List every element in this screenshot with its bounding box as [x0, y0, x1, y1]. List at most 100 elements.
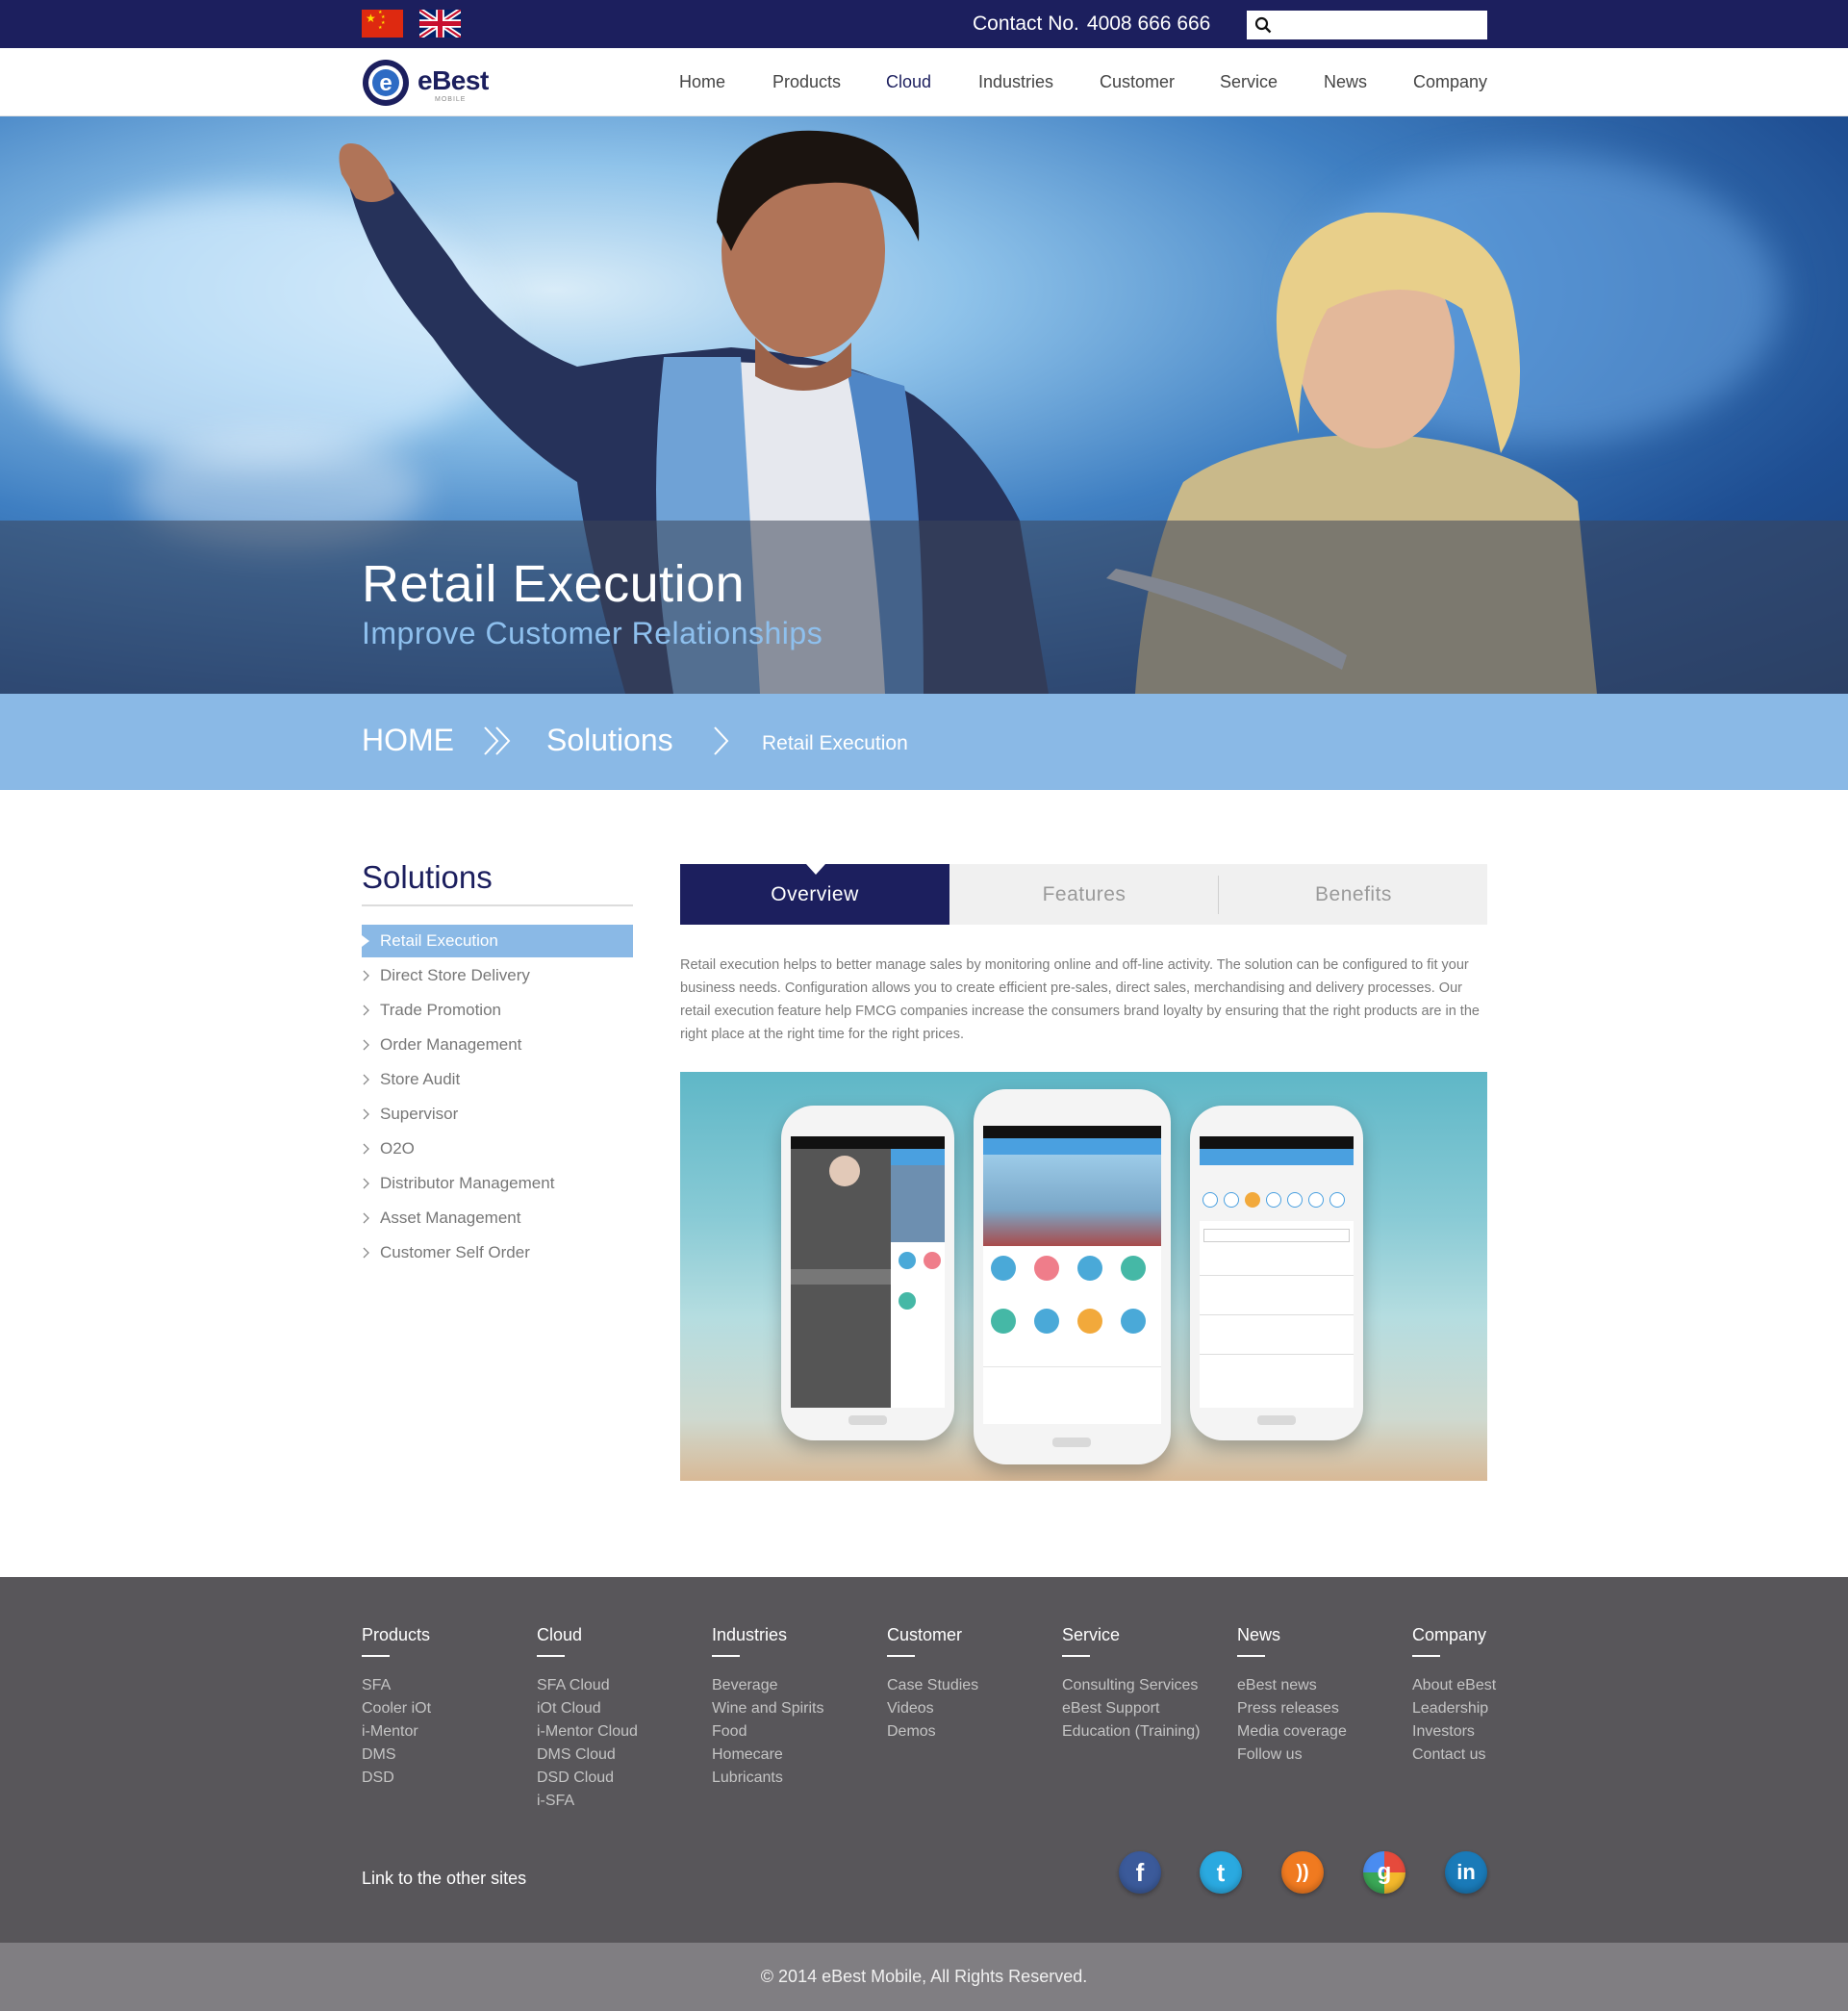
- footer-link[interactable]: i-Mentor: [362, 1720, 431, 1744]
- twitter-icon[interactable]: t: [1200, 1851, 1242, 1894]
- footer-heading[interactable]: Cloud: [537, 1625, 638, 1648]
- phone-center: [974, 1089, 1171, 1464]
- footer-col-service: Service Consulting Services eBest Suppor…: [1062, 1625, 1200, 1744]
- content-tabs: Overview Features Benefits: [680, 864, 1487, 925]
- footer-link[interactable]: SFA Cloud: [537, 1674, 638, 1697]
- footer: Products SFA Cooler iOt i-Mentor DMS DSD…: [0, 1577, 1848, 1943]
- breadcrumb-solutions[interactable]: Solutions: [546, 723, 673, 758]
- china-flag-icon[interactable]: ★ ★ ★ ★ ★: [362, 10, 403, 38]
- footer-link[interactable]: Press releases: [1237, 1697, 1347, 1720]
- search-icon[interactable]: [1254, 16, 1272, 34]
- sidebar-title: Solutions: [362, 859, 493, 895]
- footer-link[interactable]: DSD: [362, 1767, 431, 1790]
- hero-subtitle: Improve Customer Relationships: [362, 616, 823, 650]
- footer-heading[interactable]: Customer: [887, 1625, 978, 1648]
- footer-link[interactable]: Media coverage: [1237, 1720, 1347, 1744]
- footer-col-company: Company About eBest Leadership Investors…: [1412, 1625, 1496, 1767]
- active-marker-icon: [362, 935, 369, 947]
- nav-products[interactable]: Products: [772, 72, 841, 92]
- sidebar-item-retail-execution[interactable]: Retail Execution: [362, 925, 633, 957]
- footer-link[interactable]: SFA: [362, 1674, 431, 1697]
- contact-label: Contact No.: [973, 13, 1079, 35]
- footer-link[interactable]: Food: [712, 1720, 824, 1744]
- sidebar-item-label: Supervisor: [380, 1105, 459, 1123]
- footer-link[interactable]: Follow us: [1237, 1744, 1347, 1767]
- footer-link[interactable]: DMS Cloud: [537, 1744, 638, 1767]
- rss-icon[interactable]: )): [1281, 1851, 1324, 1894]
- footer-col-cloud: Cloud SFA Cloud iOt Cloud i-Mentor Cloud…: [537, 1625, 638, 1813]
- footer-col-customer: Customer Case Studies Videos Demos: [887, 1625, 978, 1744]
- chevron-right-icon: [363, 1247, 369, 1259]
- tab-benefits[interactable]: Benefits: [1219, 864, 1488, 925]
- footer-link[interactable]: iOt Cloud: [537, 1697, 638, 1720]
- active-tab-notch-icon: [806, 864, 825, 875]
- chevron-right-icon: [363, 970, 369, 981]
- footer-link[interactable]: Videos: [887, 1697, 978, 1720]
- overview-text: Retail execution helps to better manage …: [680, 957, 1480, 1042]
- app-screenshots-image: [680, 1072, 1487, 1481]
- nav-news[interactable]: News: [1324, 72, 1367, 92]
- tab-features[interactable]: Features: [949, 864, 1219, 925]
- nav-home[interactable]: Home: [679, 72, 725, 92]
- footer-link[interactable]: eBest news: [1237, 1674, 1347, 1697]
- sidebar-item-direct-store-delivery[interactable]: Direct Store Delivery: [362, 959, 633, 992]
- sidebar-item-order-management[interactable]: Order Management: [362, 1029, 633, 1061]
- search-box: [1247, 11, 1487, 39]
- footer-link[interactable]: eBest Support: [1062, 1697, 1200, 1720]
- footer-link[interactable]: Consulting Services: [1062, 1674, 1200, 1697]
- contact-info: Contact No. 4008 666 666: [973, 13, 1210, 36]
- footer-heading[interactable]: Company: [1412, 1625, 1496, 1648]
- footer-link[interactable]: Cooler iOt: [362, 1697, 431, 1720]
- footer-link[interactable]: About eBest: [1412, 1674, 1496, 1697]
- sidebar-divider: [362, 904, 633, 906]
- sidebar-item-store-audit[interactable]: Store Audit: [362, 1063, 633, 1096]
- chevron-right-icon: [714, 726, 729, 755]
- ebest-logo[interactable]: e eBest MOBILE: [362, 57, 496, 109]
- nav-service[interactable]: Service: [1220, 72, 1278, 92]
- linkedin-icon[interactable]: in: [1445, 1851, 1487, 1894]
- footer-link[interactable]: Education (Training): [1062, 1720, 1200, 1744]
- nav-customer[interactable]: Customer: [1100, 72, 1175, 92]
- sidebar-item-o2o[interactable]: O2O: [362, 1133, 633, 1165]
- search-input[interactable]: [1276, 11, 1482, 39]
- footer-link[interactable]: i-SFA: [537, 1790, 638, 1813]
- top-bar: ★ ★ ★ ★ ★ Contact No. 4008 666 666: [0, 0, 1848, 48]
- footer-link[interactable]: DMS: [362, 1744, 431, 1767]
- breadcrumb-home[interactable]: HOME: [362, 723, 454, 758]
- footer-heading[interactable]: Products: [362, 1625, 431, 1648]
- tab-overview[interactable]: Overview: [680, 864, 949, 925]
- sidebar-item-distributor-management[interactable]: Distributor Management: [362, 1167, 633, 1200]
- chevron-right-icon: [363, 1178, 369, 1189]
- chevron-right-icon: [363, 1005, 369, 1016]
- footer-link[interactable]: Case Studies: [887, 1674, 978, 1697]
- google-glyph: g: [1377, 1859, 1392, 1885]
- footer-heading[interactable]: Industries: [712, 1625, 824, 1648]
- footer-link[interactable]: i-Mentor Cloud: [537, 1720, 638, 1744]
- facebook-icon[interactable]: f: [1119, 1851, 1161, 1894]
- footer-link[interactable]: Wine and Spirits: [712, 1697, 824, 1720]
- footer-link[interactable]: Investors: [1412, 1720, 1496, 1744]
- nav-industries[interactable]: Industries: [978, 72, 1053, 92]
- chevron-right-icon: [363, 1039, 369, 1051]
- nav-cloud[interactable]: Cloud: [886, 72, 931, 92]
- sidebar-item-customer-self-order[interactable]: Customer Self Order: [362, 1236, 633, 1269]
- sidebar-item-asset-management[interactable]: Asset Management: [362, 1202, 633, 1235]
- sidebar-item-supervisor[interactable]: Supervisor: [362, 1098, 633, 1131]
- footer-link[interactable]: Beverage: [712, 1674, 824, 1697]
- sidebar-item-trade-promotion[interactable]: Trade Promotion: [362, 994, 633, 1027]
- footer-link[interactable]: DSD Cloud: [537, 1767, 638, 1790]
- google-icon[interactable]: g: [1363, 1851, 1405, 1894]
- nav-company[interactable]: Company: [1413, 72, 1487, 92]
- sidebar-item-label: O2O: [380, 1139, 415, 1158]
- footer-heading[interactable]: News: [1237, 1625, 1347, 1648]
- phone-right: [1190, 1106, 1363, 1440]
- footer-link[interactable]: Contact us: [1412, 1744, 1496, 1767]
- uk-flag-icon[interactable]: [419, 10, 461, 38]
- footer-link[interactable]: Demos: [887, 1720, 978, 1744]
- footer-link[interactable]: Lubricants: [712, 1767, 824, 1790]
- footer-link[interactable]: Leadership: [1412, 1697, 1496, 1720]
- footer-link[interactable]: Homecare: [712, 1744, 824, 1767]
- ebest-logo-icon: e: [363, 60, 409, 106]
- sidebar-item-label: Trade Promotion: [380, 1001, 501, 1019]
- footer-heading[interactable]: Service: [1062, 1625, 1200, 1648]
